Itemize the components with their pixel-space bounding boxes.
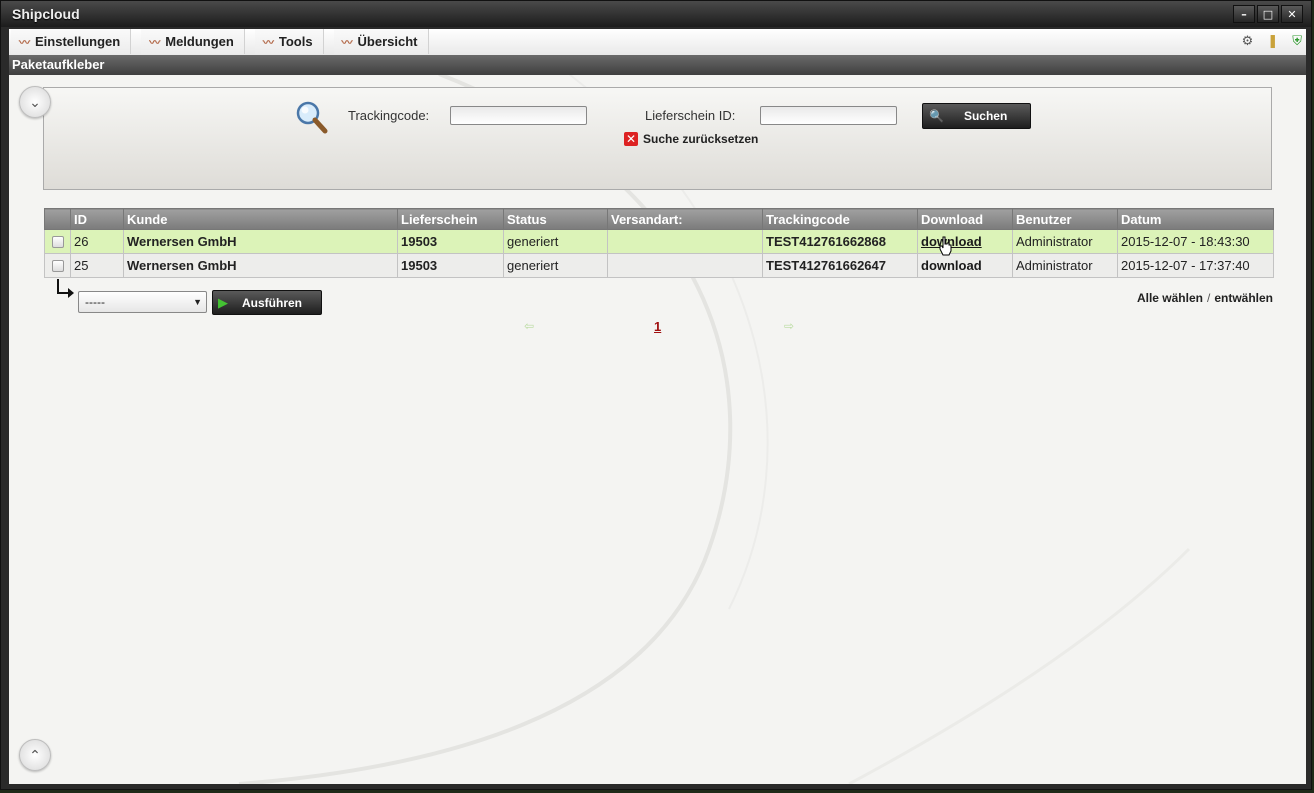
maximize-button[interactable]: □: [1257, 5, 1279, 23]
col-kunde[interactable]: Kunde: [123, 208, 398, 230]
deselect-all-link[interactable]: entwählen: [1214, 291, 1273, 305]
window-controls: – □ ✕: [1233, 5, 1303, 23]
menu-uebersicht[interactable]: 〰 Übersicht: [333, 29, 429, 54]
search-icon: 🔍: [929, 109, 944, 123]
chevron-up-icon: ⌃: [29, 746, 41, 763]
cell-datum: 2015-12-07 - 17:37:40: [1117, 253, 1274, 278]
col-datum[interactable]: Datum: [1117, 208, 1274, 230]
col-select: [44, 208, 71, 230]
select-all-link[interactable]: Alle wählen: [1137, 291, 1203, 305]
reset-search-label: Suche zurücksetzen: [643, 132, 759, 146]
settings-icon[interactable]: ⚙: [1242, 33, 1254, 49]
col-versandart[interactable]: Versandart:: [607, 208, 763, 230]
play-icon: ▶: [218, 294, 228, 310]
next-page-icon[interactable]: ⇨: [784, 319, 794, 333]
row-select-cell: [44, 229, 71, 254]
menu-label: Einstellungen: [35, 34, 121, 49]
row-select-cell: [44, 253, 71, 278]
shield-icon[interactable]: ⛨: [1292, 33, 1302, 49]
client-area: 〰 Einstellungen 〰 Meldungen 〰 Tools 〰 Üb…: [9, 29, 1306, 784]
table-header: ID Kunde Lieferschein Status Versandart:…: [44, 208, 1274, 230]
selection-links: Alle wählen / entwählen: [1137, 291, 1273, 305]
minimize-button[interactable]: –: [1233, 5, 1255, 23]
col-status[interactable]: Status: [503, 208, 608, 230]
cell-id: 26: [70, 229, 124, 254]
cell-lieferschein[interactable]: 19503: [397, 229, 504, 254]
tag-icon[interactable]: ❚: [1267, 33, 1278, 49]
tracking-label: Trackingcode:: [348, 108, 430, 123]
cell-benutzer: Administrator: [1012, 253, 1118, 278]
hand-cursor-icon: [939, 236, 952, 256]
cell-kunde[interactable]: Wernersen GmbH: [123, 253, 398, 278]
col-trackingcode[interactable]: Trackingcode: [762, 208, 918, 230]
cell-id: 25: [70, 253, 124, 278]
menu-grip-icon: 〰: [149, 36, 160, 49]
close-icon: ✕: [624, 132, 638, 146]
section-title: Paketaufkleber: [9, 55, 1306, 75]
cell-trackingcode: TEST412761662647: [762, 253, 918, 278]
download-link[interactable]: download: [921, 258, 982, 273]
menu-label: Übersicht: [357, 34, 418, 49]
search-panel: Trackingcode: Lieferschein ID: 🔍 Suchen …: [43, 87, 1272, 190]
menu-bar: 〰 Einstellungen 〰 Meldungen 〰 Tools 〰 Üb…: [9, 29, 1306, 56]
title-bar: Shipcloud – □ ✕: [1, 1, 1311, 27]
cell-download: download: [917, 229, 1013, 254]
selection-separator: /: [1206, 291, 1211, 305]
scroll-top-button[interactable]: ⌃: [19, 739, 51, 771]
cell-trackingcode: TEST412761662868: [762, 229, 918, 254]
cell-status: generiert: [503, 253, 608, 278]
menu-meldungen[interactable]: 〰 Meldungen: [141, 29, 245, 54]
execute-button-label: Ausführen: [242, 295, 302, 310]
col-lieferschein[interactable]: Lieferschein: [397, 208, 504, 230]
cell-lieferschein[interactable]: 19503: [397, 253, 504, 278]
row-checkbox[interactable]: [51, 235, 64, 248]
collapse-button[interactable]: ⌄: [19, 86, 51, 118]
cell-benutzer: Administrator: [1012, 229, 1118, 254]
chevron-down-icon: ▼: [193, 297, 202, 307]
reset-search-link[interactable]: ✕ Suche zurücksetzen: [624, 132, 758, 146]
cell-download: download: [917, 253, 1013, 278]
bulk-action-value: -----: [85, 295, 105, 309]
execute-button[interactable]: ▶ Ausführen: [212, 290, 322, 315]
menu-label: Tools: [278, 34, 313, 49]
row-checkbox[interactable]: [51, 259, 64, 272]
menu-einstellungen[interactable]: 〰 Einstellungen: [11, 29, 132, 54]
col-id[interactable]: ID: [70, 208, 124, 230]
cell-versandart: [607, 253, 763, 278]
prev-page-icon[interactable]: ⇦: [524, 319, 534, 333]
menu-grip-icon: 〰: [262, 36, 274, 49]
bulk-arrow-icon: [57, 279, 74, 298]
pagination: ⇦ 1 ⇨: [524, 319, 794, 337]
menu-grip-icon: 〰: [341, 36, 353, 49]
page-link[interactable]: 1: [654, 319, 661, 334]
col-benutzer[interactable]: Benutzer: [1012, 208, 1118, 230]
menu-grip-icon: 〰: [19, 36, 30, 49]
col-download[interactable]: Download: [917, 208, 1013, 230]
close-button[interactable]: ✕: [1281, 5, 1303, 23]
cell-datum: 2015-12-07 - 18:43:30: [1117, 229, 1274, 254]
cell-versandart: [607, 229, 763, 254]
menu-label: Meldungen: [165, 34, 234, 49]
delivery-id-input[interactable]: [760, 106, 897, 125]
menu-tools[interactable]: 〰 Tools: [254, 29, 324, 54]
table-row[interactable]: 26 Wernersen GmbH 19503 generiert TEST41…: [44, 229, 1274, 254]
labels-table: ID Kunde Lieferschein Status Versandart:…: [44, 208, 1274, 278]
window-title: Shipcloud: [12, 6, 80, 22]
search-button[interactable]: 🔍 Suchen: [922, 103, 1031, 129]
cell-status: generiert: [503, 229, 608, 254]
search-button-label: Suchen: [963, 109, 1008, 123]
magnifier-icon: [296, 101, 328, 134]
app-window: Shipcloud – □ ✕ 〰 Einstellungen 〰 Meldun…: [0, 0, 1312, 790]
cell-kunde[interactable]: Wernersen GmbH: [123, 229, 398, 254]
bulk-action-select[interactable]: ----- ▼: [78, 291, 207, 313]
tray-icons: ⚙ ❚ ⛨: [1242, 33, 1302, 49]
table-row[interactable]: 25 Wernersen GmbH 19503 generiert TEST41…: [44, 253, 1274, 278]
chevron-down-icon: ⌄: [29, 93, 41, 110]
delivery-id-label: Lieferschein ID:: [645, 108, 736, 123]
tracking-input[interactable]: [450, 106, 587, 125]
